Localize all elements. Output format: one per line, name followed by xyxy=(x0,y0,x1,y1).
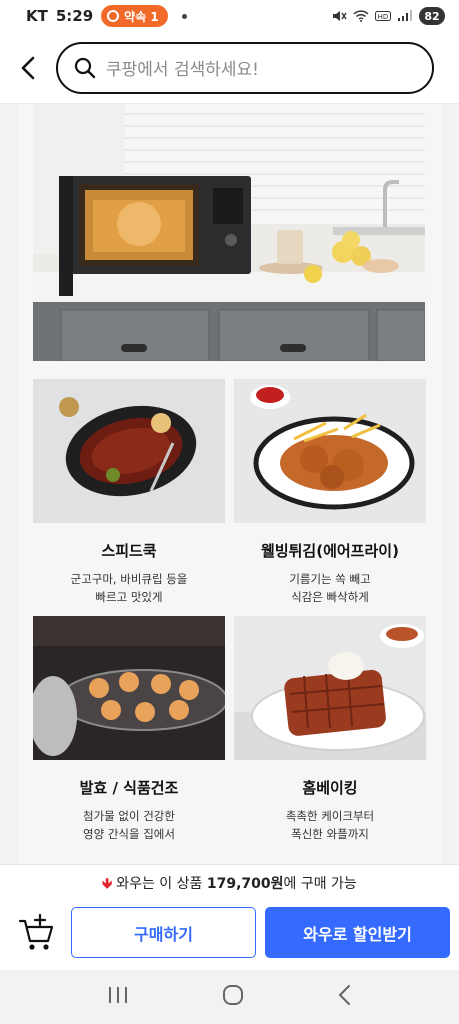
buy-now-button[interactable]: 구매하기 xyxy=(71,907,256,958)
feature-description-line: 촉촉한 케이크부터 xyxy=(285,809,375,823)
feature-description-line: 폭신한 와플까지 xyxy=(291,827,369,841)
promo-suffix: 에 구매 가능 xyxy=(283,876,357,892)
add-to-cart-button[interactable] xyxy=(18,913,56,953)
feature-description: 군고구마, 바비큐립 등을 빠르고 맛있게 xyxy=(33,570,225,606)
feature-description-line: 빠르고 맛있게 xyxy=(95,590,163,604)
recent-apps-button[interactable] xyxy=(107,985,129,1009)
signal-icon xyxy=(398,10,412,21)
feature-description: 기름기는 쏙 빼고 식감은 빠삭하게 xyxy=(234,570,426,606)
chevron-left-icon xyxy=(21,56,35,79)
clock: 5:29 xyxy=(55,7,94,25)
feature-title: 스피드쿡 xyxy=(101,542,157,560)
system-back-button[interactable] xyxy=(337,984,353,1010)
hero-product-image xyxy=(33,104,425,361)
feature-title: 홈베이킹 xyxy=(302,779,358,797)
back-arrow-icon xyxy=(338,985,350,1005)
feature-description-line: 식감은 빠삭하게 xyxy=(291,590,369,604)
back-button[interactable] xyxy=(0,40,56,96)
alarm-icon xyxy=(107,10,120,22)
wow-price-notice: 🡻 와우는 이 상품 179,700원에 구매 가능 xyxy=(0,873,459,897)
notification-pill[interactable]: 약속 1 xyxy=(101,5,168,27)
search-placeholder: 쿠팡에서 검색하세요! xyxy=(106,60,259,80)
wow-discount-button[interactable]: 와우로 할인받기 xyxy=(265,907,450,958)
feature-card-air-fry: 웰빙튀김(에어프라이) 기름기는 쏙 빼고 식감은 빠삭하게 xyxy=(234,379,426,606)
svg-text:HD: HD xyxy=(378,13,389,21)
feature-image-bbq-ribs xyxy=(33,379,225,523)
battery-indicator: 82 xyxy=(419,7,445,25)
notification-dot-icon xyxy=(181,13,187,19)
feature-card-home-baking: 홈베이킹 촉촉한 케이크부터 폭신한 와플까지 xyxy=(234,616,426,843)
search-input[interactable]: 쿠팡에서 검색하세요! xyxy=(56,41,434,94)
product-detail-content: 스피드쿡 군고구마, 바비큐립 등을 빠르고 맛있게 웰빙튀김(에어프라이) 기… xyxy=(0,104,459,864)
feature-image-waffles xyxy=(234,616,426,760)
feature-card-fermentation-drying: 발효 / 식품건조 첨가물 없이 건강한 영양 간식을 집에서 xyxy=(33,616,225,843)
product-detail-panel: 스피드쿡 군고구마, 바비큐립 등을 빠르고 맛있게 웰빙튀김(에어프라이) 기… xyxy=(18,104,442,864)
feature-card-speed-cook: 스피드쿡 군고구마, 바비큐립 등을 빠르고 맛있게 xyxy=(33,379,225,606)
wifi-icon xyxy=(353,10,369,22)
mute-icon xyxy=(333,11,347,21)
notification-pill-label: 약속 1 xyxy=(124,9,159,24)
feature-image-fried-chicken xyxy=(234,379,426,523)
status-bar: KT 5:29 약속 1 HD 82 xyxy=(0,0,459,32)
arrow-down-icon: 🡻 xyxy=(102,876,113,892)
purchase-bar: 🡻 와우는 이 상품 179,700원에 구매 가능 구매하기 와우로 할인받기 xyxy=(0,864,459,970)
wow-price: 179,700원 xyxy=(206,876,284,892)
hd-icon: HD xyxy=(375,11,391,21)
feature-title: 웰빙튀김(에어프라이) xyxy=(261,542,399,560)
recent-apps-icon xyxy=(108,987,127,1003)
search-icon xyxy=(74,57,96,78)
system-nav-bar xyxy=(0,970,459,1024)
feature-description-line: 기름기는 쏙 빼고 xyxy=(289,572,371,586)
search-header: 쿠팡에서 검색하세요! xyxy=(0,32,459,104)
feature-description-line: 영양 간식을 집에서 xyxy=(83,827,175,841)
home-icon xyxy=(222,985,243,1005)
feature-description-line: 첨가물 없이 건강한 xyxy=(83,809,175,823)
home-button[interactable] xyxy=(222,984,244,1010)
feature-description: 촉촉한 케이크부터 폭신한 와플까지 xyxy=(234,807,426,843)
feature-image-dried-fruit xyxy=(33,616,225,760)
carrier-label: KT xyxy=(26,7,48,25)
feature-description-line: 군고구마, 바비큐립 등을 xyxy=(70,572,188,586)
cart-plus-icon xyxy=(18,913,54,950)
status-icons: HD 82 xyxy=(331,7,445,25)
feature-title: 발효 / 식품건조 xyxy=(79,779,179,797)
promo-prefix: 와우는 이 상품 xyxy=(116,876,207,892)
feature-description: 첨가물 없이 건강한 영양 간식을 집에서 xyxy=(33,807,225,843)
